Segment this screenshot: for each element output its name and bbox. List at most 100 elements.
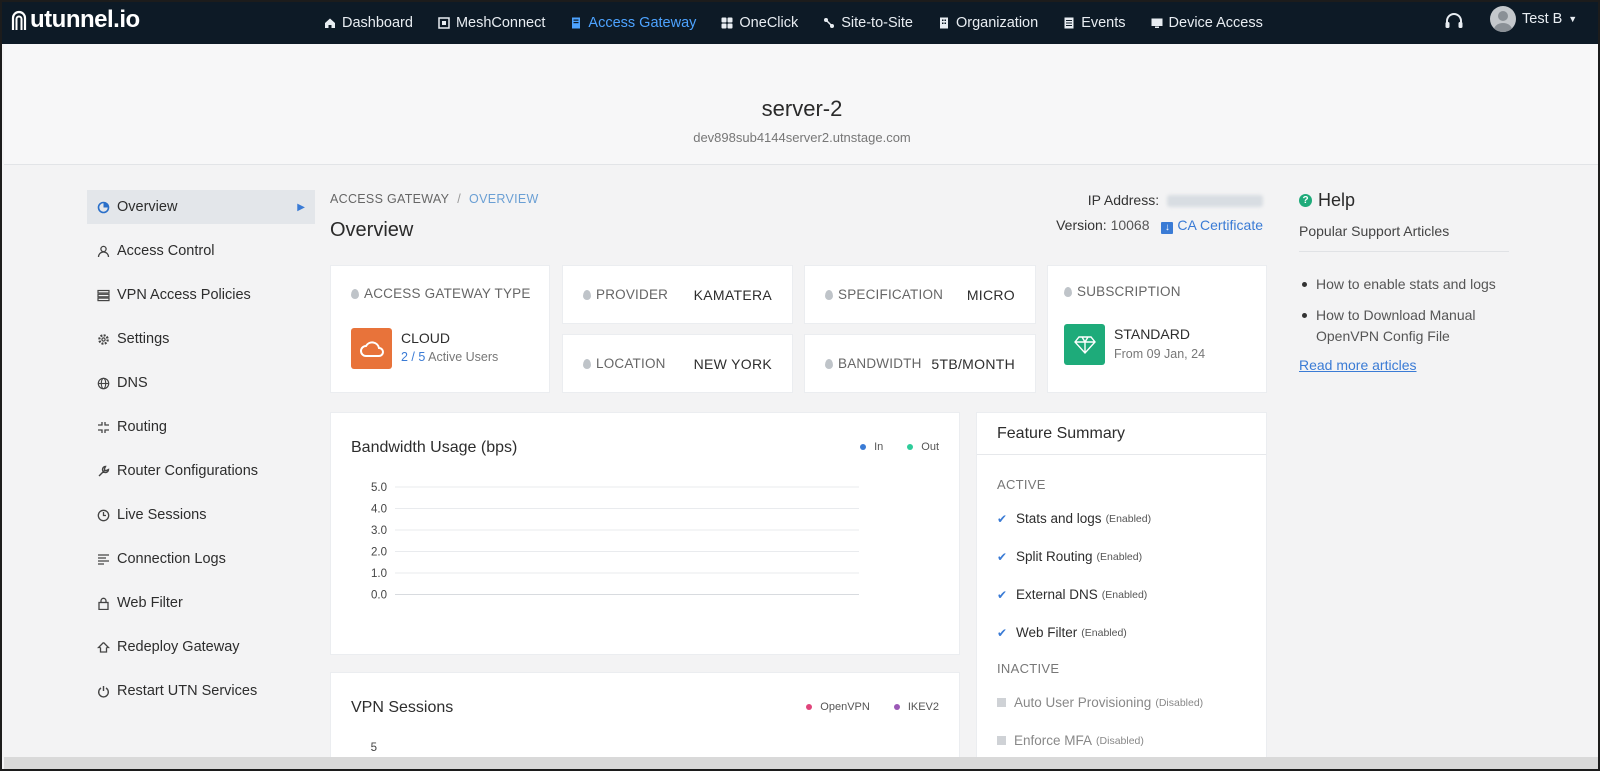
- page-title: Overview: [330, 219, 414, 241]
- policy-icon: [97, 289, 110, 301]
- help-panel: ? Help Popular Support Articles How to en…: [1299, 190, 1509, 373]
- shield-icon: [351, 288, 359, 299]
- card-label-text: PROVIDER: [596, 287, 669, 302]
- feature-item: Enforce MFA (Disabled): [997, 733, 1144, 748]
- checkmark-icon: ✔: [997, 625, 1008, 640]
- y-tick-label: 1.0: [371, 568, 387, 580]
- main-nav: Dashboard MeshConnect Access Gateway One…: [324, 2, 1288, 51]
- logs-icon: [98, 553, 109, 565]
- support-headset-icon[interactable]: [1443, 11, 1465, 33]
- ip-label: IP Address:: [1087, 192, 1160, 208]
- sidebar-item-access-control[interactable]: Access Control: [87, 234, 315, 268]
- card-label: SUBSCRIPTION: [1064, 284, 1181, 299]
- y-tick-label: 0.0: [371, 590, 387, 602]
- checkmark-icon: ✔: [997, 549, 1008, 564]
- mesh-icon: [438, 17, 450, 29]
- power-icon: [98, 685, 109, 698]
- feature-item: ✔ Web Filter (Enabled): [997, 625, 1127, 640]
- nav-access-gateway[interactable]: Access Gateway: [570, 2, 697, 51]
- lock-icon: [98, 597, 109, 610]
- read-more-articles-link[interactable]: Read more articles: [1299, 357, 1509, 373]
- specification-value: MICRO: [966, 286, 1015, 303]
- home-icon: [325, 18, 335, 28]
- help-article-link[interactable]: How to Download Manual OpenVPN Config Fi…: [1299, 305, 1509, 347]
- feature-item: ✔ Stats and logs (Enabled): [997, 511, 1151, 526]
- specification-card: SPECIFICATION MICRO: [804, 265, 1036, 324]
- gateway-type-value: CLOUD: [401, 330, 451, 346]
- active-users: 2 / 5 Active Users: [401, 350, 498, 364]
- sidebar-item-dns[interactable]: DNS: [87, 366, 315, 400]
- nav-device-access[interactable]: Device Access: [1151, 2, 1263, 44]
- shield-icon: [825, 358, 833, 369]
- nav-oneclick[interactable]: OneClick: [721, 2, 798, 44]
- feature-status: (Enabled): [1105, 512, 1152, 525]
- nav-label: MeshConnect: [455, 15, 546, 31]
- nav-meshconnect[interactable]: MeshConnect: [438, 2, 545, 44]
- user-menu[interactable]: Test B ▼: [1490, 6, 1577, 32]
- feature-summary-title: Feature Summary: [977, 413, 1266, 455]
- wrench-icon: [98, 465, 110, 476]
- nav-site-to-site[interactable]: Site-to-Site: [823, 2, 913, 44]
- sidebar-item-label: VPN Access Policies: [117, 287, 251, 303]
- card-label-text: BANDWIDTH: [838, 356, 922, 371]
- y-tick-label: 3.0: [371, 525, 387, 537]
- sidebar-item-label: Web Filter: [117, 595, 183, 611]
- feature-name: Enforce MFA: [1014, 733, 1093, 748]
- feature-name: Web Filter: [1016, 625, 1078, 640]
- breadcrumb-root[interactable]: ACCESS GATEWAY: [330, 192, 449, 206]
- card-label: LOCATION: [583, 356, 666, 371]
- sidebar-item-router-configurations[interactable]: Router Configurations: [87, 454, 315, 488]
- checkmark-icon: ✔: [997, 511, 1008, 526]
- server-name: server-2: [761, 96, 843, 121]
- y-tick-label: 5: [371, 742, 377, 754]
- sidebar-item-label: Redeploy Gateway: [117, 639, 240, 655]
- nav-label: Device Access: [1168, 15, 1263, 31]
- sidebar: Overview ▶ Access Control VPN Access Pol…: [87, 190, 315, 718]
- sidebar-item-label: Live Sessions: [117, 507, 207, 523]
- sidebar-item-settings[interactable]: Settings: [87, 322, 315, 356]
- card-label: SPECIFICATION: [825, 287, 943, 302]
- feature-name: Stats and logs: [1016, 511, 1102, 526]
- server-icon: [572, 17, 581, 29]
- sidebar-item-restart-utn-services[interactable]: Restart UTN Services: [87, 674, 315, 708]
- feature-status: (Disabled): [1096, 734, 1144, 747]
- avatar: [1490, 6, 1516, 32]
- logo[interactable]: utunnel.io: [10, 6, 140, 34]
- nav-label: Access Gateway: [588, 15, 697, 31]
- sidebar-item-vpn-access-policies[interactable]: VPN Access Policies: [87, 278, 315, 312]
- disabled-box-icon: [997, 698, 1006, 707]
- feature-item: ✔ External DNS (Enabled): [997, 587, 1147, 602]
- nav-label: Organization: [955, 15, 1039, 31]
- ca-certificate-link[interactable]: ↓ CA Certificate: [1161, 217, 1263, 234]
- globe-icon: [97, 377, 110, 389]
- sidebar-item-web-filter[interactable]: Web Filter: [87, 586, 315, 620]
- sidebar-item-live-sessions[interactable]: Live Sessions: [87, 498, 315, 532]
- top-navbar: utunnel.io Dashboard MeshConnect Access …: [2, 2, 1598, 51]
- sidebar-item-overview[interactable]: Overview ▶: [87, 190, 315, 224]
- sidebar-item-label: Connection Logs: [117, 551, 226, 567]
- nav-label: OneClick: [739, 15, 799, 31]
- sidebar-item-routing[interactable]: Routing: [87, 410, 315, 444]
- sidebar-item-label: Restart UTN Services: [117, 683, 258, 699]
- server-hostname: dev898sub4144server2.utnstage.com: [693, 130, 911, 145]
- card-label-text: ACCESS GATEWAY TYPE: [364, 286, 531, 301]
- building-icon: [939, 17, 948, 29]
- sidebar-item-redeploy-gateway[interactable]: Redeploy Gateway: [87, 630, 315, 664]
- help-title-text: Help: [1318, 190, 1356, 210]
- nav-dashboard[interactable]: Dashboard: [324, 2, 413, 44]
- disabled-box-icon: [997, 736, 1006, 745]
- sidebar-item-connection-logs[interactable]: Connection Logs: [87, 542, 315, 576]
- caret-right-icon: ▶: [297, 201, 305, 213]
- card-label-text: SUBSCRIPTION: [1077, 284, 1181, 299]
- user-name: Test B: [1522, 11, 1563, 27]
- nav-events[interactable]: Events: [1063, 2, 1126, 44]
- ip-address: IP Address:: [1088, 192, 1263, 208]
- card-label-text: SPECIFICATION: [838, 287, 944, 302]
- sidebar-item-label: Overview: [117, 199, 178, 215]
- horizontal-scrollbar[interactable]: [4, 757, 1598, 769]
- ip-value-redacted: [1167, 195, 1263, 208]
- version-info: Version: 10068 ↓ CA Certificate: [1056, 217, 1263, 234]
- help-article-link[interactable]: How to enable stats and logs: [1299, 274, 1509, 295]
- nav-organization[interactable]: Organization: [938, 2, 1038, 44]
- logo-icon: [11, 10, 27, 30]
